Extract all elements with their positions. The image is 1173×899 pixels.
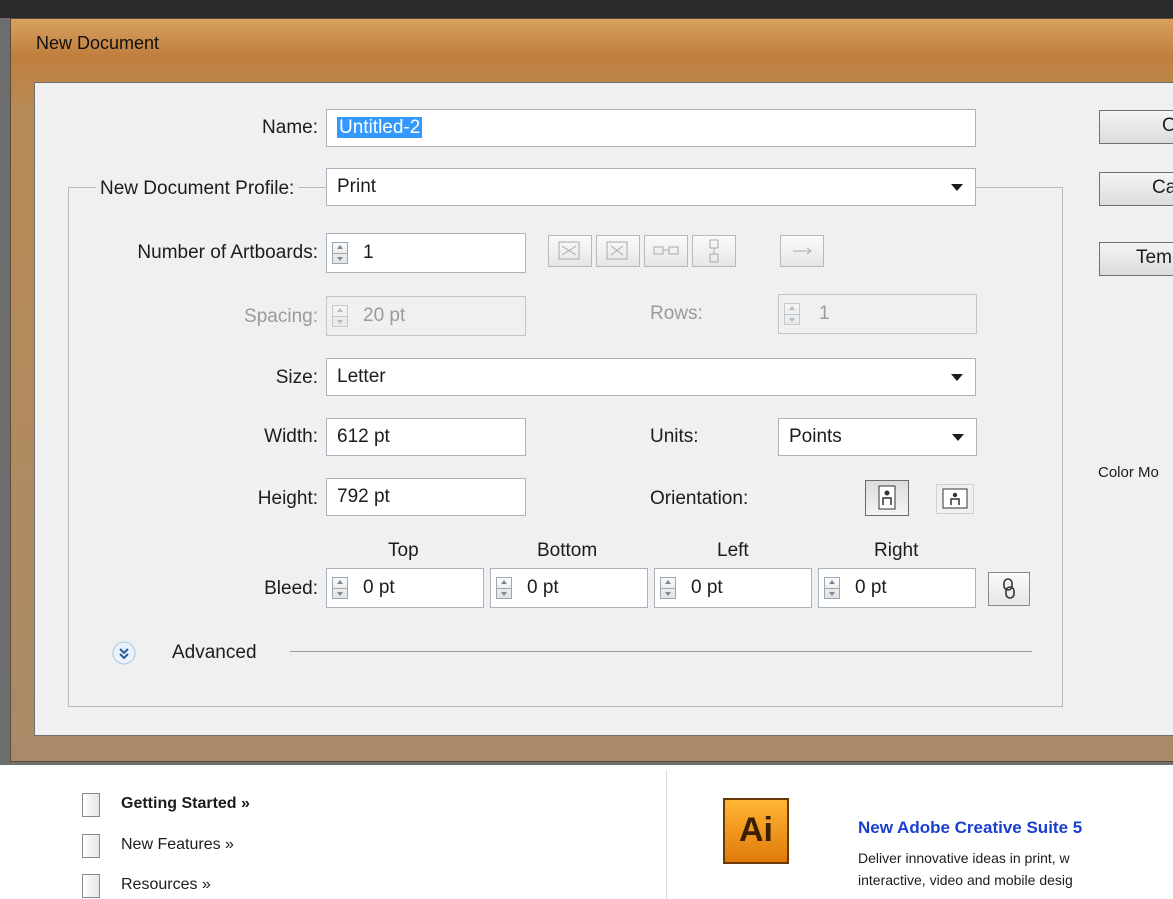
bleed-left-header: Left [717,540,749,561]
cs5-description-line2: interactive, video and mobile desig [858,872,1073,888]
getting-started-link[interactable]: Getting Started » [121,795,250,813]
arrange-by-column-button[interactable] [692,235,736,267]
units-value: Points [789,426,842,447]
height-label: Height: [257,488,318,509]
grid-by-column-icon [606,241,628,260]
width-input[interactable]: 612 pt [326,418,526,456]
size-value: Letter [337,366,386,387]
landscape-icon [942,488,968,509]
document-icon [82,793,100,817]
cs5-headline-link[interactable]: New Adobe Creative Suite 5 [858,818,1082,838]
portrait-button[interactable] [865,480,909,516]
bleed-left-stepper[interactable]: 0 pt [654,568,812,608]
grid-by-column-button[interactable] [596,235,640,267]
width-label: Width: [264,426,318,447]
bleed-label: Bleed: [264,578,318,599]
size-label: Size: [275,367,318,388]
advanced-label: Advanced [172,642,257,663]
bleed-top-stepper[interactable]: 0 pt [326,568,484,608]
rows-label: Rows: [650,303,703,324]
name-value: Untitled-2 [337,117,423,138]
resources-link[interactable]: Resources » [121,876,211,894]
orientation-label: Orientation: [650,488,749,509]
cs5-description-line1: Deliver innovative ideas in print, w [858,850,1070,866]
document-icon [82,834,100,858]
bleed-right-stepper[interactable]: 0 pt [818,568,976,608]
chevron-down-icon [951,184,963,191]
change-to-rtl-button[interactable] [780,235,824,267]
spacing-stepper[interactable]: 20 pt [326,296,526,336]
height-input[interactable]: 792 pt [326,478,526,516]
welcome-divider [666,770,667,899]
color-mode-label: Color Mo [1098,464,1159,481]
portrait-icon [878,485,896,510]
arrange-by-row-icon [653,246,679,255]
chevron-down-icon [952,434,964,441]
landscape-button[interactable] [936,484,974,514]
bleed-bottom-header: Bottom [537,540,598,561]
size-select[interactable]: Letter [326,358,976,396]
arrange-by-column-icon [709,239,719,263]
name-input[interactable]: Untitled-2 [326,109,976,147]
cancel-button[interactable]: Ca [1099,172,1173,206]
bleed-top-header: Top [388,540,419,561]
advanced-toggle[interactable] [111,640,137,666]
bleed-right-header: Right [874,540,919,561]
ok-button[interactable]: OK [1099,110,1173,144]
rows-stepper[interactable]: 1 [778,294,977,334]
spacing-label: Spacing: [244,306,318,327]
name-label: Name: [262,117,318,138]
illustrator-logo: Ai [723,798,789,864]
arrange-by-row-button[interactable] [644,235,688,267]
templates-button[interactable]: Temp [1099,242,1173,276]
new-features-link[interactable]: New Features » [121,836,234,854]
arrow-right-icon [793,247,812,255]
artboards-label: Number of Artboards: [137,242,318,263]
units-select[interactable]: Points [778,418,977,456]
profile-select[interactable]: Print [326,168,976,206]
units-label: Units: [650,426,699,447]
grid-by-row-button[interactable] [548,235,592,267]
grid-by-row-icon [558,241,580,260]
link-bleed-button[interactable] [988,572,1030,606]
expand-chevron-icon [112,641,136,665]
profile-label: New Document Profile: [96,178,299,200]
profile-value: Print [337,176,377,197]
chain-link-icon [1003,578,1015,599]
chevron-down-icon [951,374,963,381]
dialog-title: New Document [36,33,160,53]
advanced-divider [290,651,1032,652]
bleed-bottom-stepper[interactable]: 0 pt [490,568,648,608]
artboards-stepper[interactable]: 1 [326,233,526,273]
document-icon [82,874,100,898]
